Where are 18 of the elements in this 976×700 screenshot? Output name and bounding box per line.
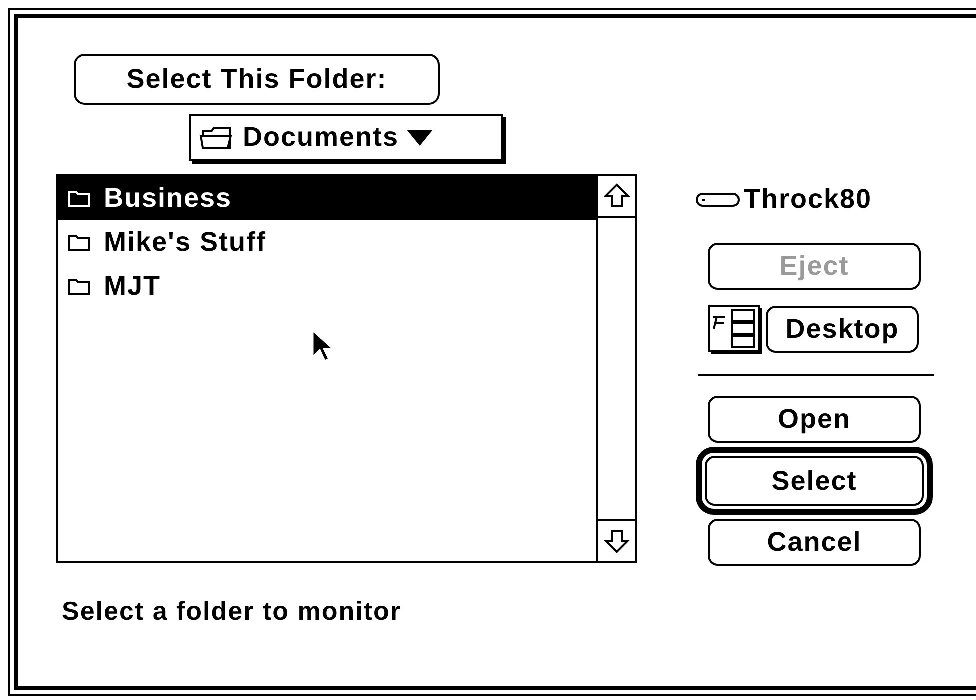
file-list-item[interactable]: Business [58, 176, 596, 220]
volume-name: Throck80 [744, 184, 872, 215]
action-button[interactable]: Open [708, 396, 921, 443]
select-folder-button[interactable]: Select This Folder: [74, 54, 440, 105]
open-folder-icon [199, 124, 235, 150]
status-message: Select a folder to monitor [62, 596, 402, 627]
folder-icon [68, 189, 90, 207]
desktop-button[interactable]: Desktop [766, 306, 919, 353]
desktop-icon [708, 305, 762, 354]
scroll-down-icon[interactable] [604, 528, 630, 554]
scroll-up-icon[interactable] [604, 183, 630, 209]
dropdown-arrow-icon [407, 130, 434, 146]
folder-popup[interactable]: Documents [189, 114, 503, 161]
disk-drive-icon [696, 192, 740, 206]
action-button[interactable]: Cancel [708, 519, 921, 566]
folder-icon [68, 277, 90, 295]
folder-icon [68, 233, 90, 251]
default-action-button[interactable]: Select [696, 447, 933, 515]
